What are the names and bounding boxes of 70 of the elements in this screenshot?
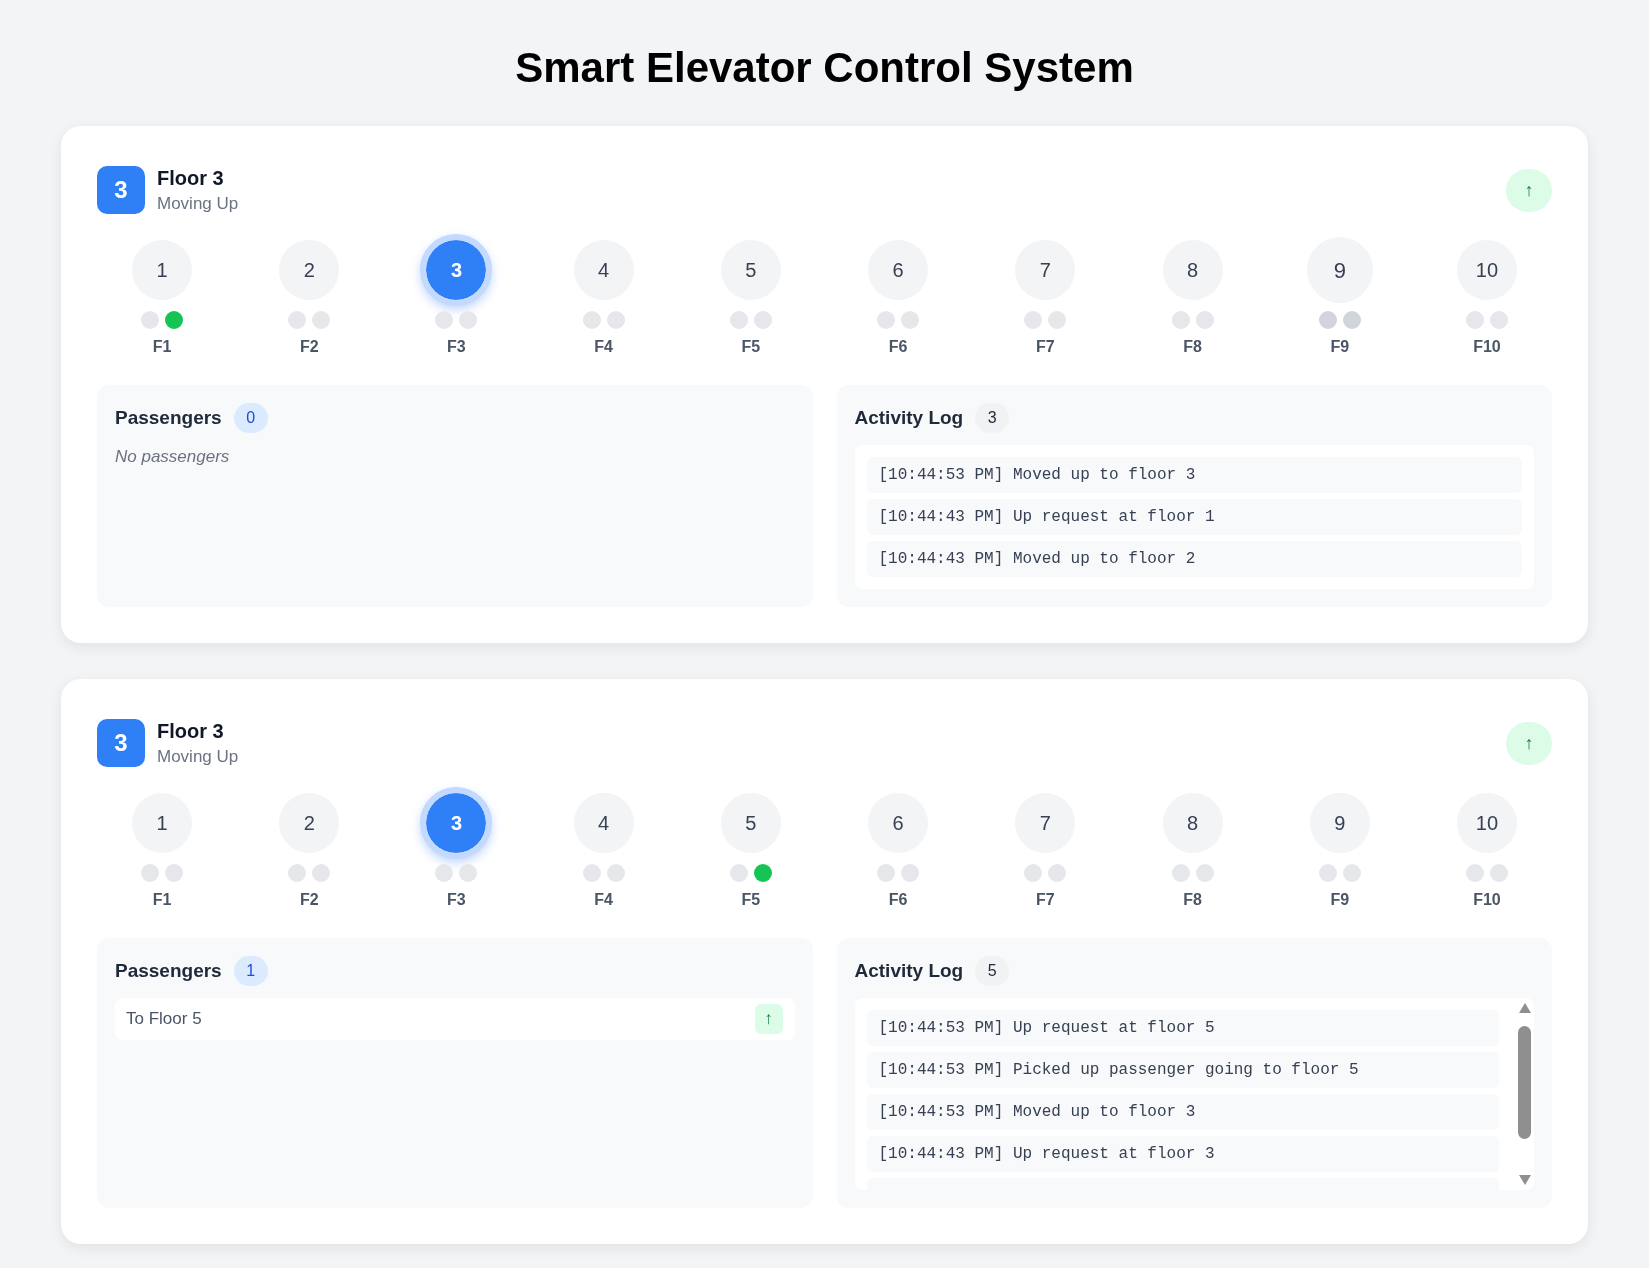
count-badge: 5 [975, 956, 1010, 986]
floor-button[interactable]: 5 [720, 793, 781, 853]
panel-title: Passengers [115, 405, 222, 430]
floor-button[interactable]: 1 [132, 240, 192, 300]
status-text: Moving Up [157, 746, 239, 768]
floor-label: F3 [447, 337, 466, 357]
floor-title: Floor 3 [157, 719, 225, 744]
floor-button[interactable]: 7 [1015, 793, 1076, 853]
floor-label: F2 [299, 890, 319, 910]
log-entry: [10:44:53 PM] Moved up to floor 3 [866, 1094, 1499, 1130]
floor-label: F8 [1183, 337, 1202, 357]
direction-badge: ↑ [754, 1004, 783, 1034]
floor-title: Floor 3 [157, 166, 225, 191]
floor-button[interactable]: 9 [1306, 237, 1373, 303]
panel-title: Activity Log [854, 405, 964, 430]
floor-label: F3 [447, 890, 466, 910]
floor-button[interactable]: 3 [420, 234, 493, 306]
panel-title: Passengers [115, 958, 222, 983]
log-entry: [10:44:53 PM] Moved up to floor 3 [866, 457, 1522, 493]
floor-label: F8 [1183, 890, 1202, 910]
floor-label: F2 [299, 337, 319, 357]
panel-title: Activity Log [854, 958, 964, 983]
floor-button[interactable]: 10 [1456, 240, 1517, 300]
floor-label: F5 [741, 890, 761, 910]
floor-button[interactable]: 10 [1456, 793, 1517, 853]
floor-label: F4 [594, 890, 613, 910]
floor-button[interactable]: 5 [720, 240, 781, 300]
floor-button[interactable]: 4 [573, 793, 634, 853]
log-entry: [10:44:43 PM] Moved up to floor 2 [866, 541, 1522, 577]
log-entry: [10:44:43 PM] Up request at floor 1 [866, 499, 1522, 535]
floor-button[interactable]: 8 [1162, 240, 1223, 300]
empty-message: No passengers [115, 446, 231, 468]
status-text: Moving Up [157, 193, 239, 215]
floor-label: F7 [1035, 890, 1055, 910]
current-floor-badge: 3 [97, 166, 145, 214]
floor-label: F7 [1035, 337, 1055, 357]
floor-button[interactable]: 2 [279, 793, 340, 853]
floor-button[interactable]: 9 [1309, 793, 1370, 853]
floor-button[interactable]: 6 [868, 240, 929, 300]
scrollbar-thumb[interactable] [1518, 1026, 1531, 1139]
triangle-down-icon[interactable] [1518, 1175, 1531, 1185]
floor-label: F4 [594, 337, 613, 357]
floor-button[interactable]: 8 [1162, 793, 1223, 853]
floor-button[interactable]: 6 [868, 793, 929, 853]
floor-label: F6 [888, 337, 908, 357]
floor-label: F6 [888, 890, 908, 910]
floor-label: F9 [1330, 890, 1350, 910]
floor-label: F9 [1330, 337, 1350, 357]
page-title: Smart Elevator Control System [515, 43, 1134, 93]
count-badge: 0 [233, 403, 268, 433]
passenger-destination: To Floor 5 [126, 1008, 202, 1031]
count-badge: 3 [975, 403, 1010, 433]
log-entry: [10:44:53 PM] Picked up passenger going to floor 5 [866, 1052, 1499, 1088]
floor-label: F1 [152, 337, 172, 357]
log-entry: [10:44:43 PM] Up request at floor 3 [866, 1136, 1499, 1172]
count-badge: 1 [233, 956, 268, 986]
current-floor-badge: 3 [97, 719, 145, 767]
floor-label: F10 [1473, 890, 1501, 910]
floor-button[interactable]: 1 [132, 793, 192, 853]
floor-button[interactable]: 4 [573, 240, 634, 300]
floor-button[interactable]: 2 [279, 240, 340, 300]
floor-label: F10 [1473, 337, 1501, 357]
log-entry: [10:44:53 PM] Up request at floor 5 [866, 1010, 1499, 1046]
floor-label: F1 [152, 890, 172, 910]
direction-indicator: ↑ [1506, 168, 1552, 212]
direction-indicator: ↑ [1506, 721, 1552, 765]
floor-button[interactable]: 7 [1015, 240, 1076, 300]
floor-button[interactable]: 3 [420, 787, 493, 859]
triangle-up-icon[interactable] [1518, 1003, 1531, 1013]
floor-label: F5 [741, 337, 761, 357]
